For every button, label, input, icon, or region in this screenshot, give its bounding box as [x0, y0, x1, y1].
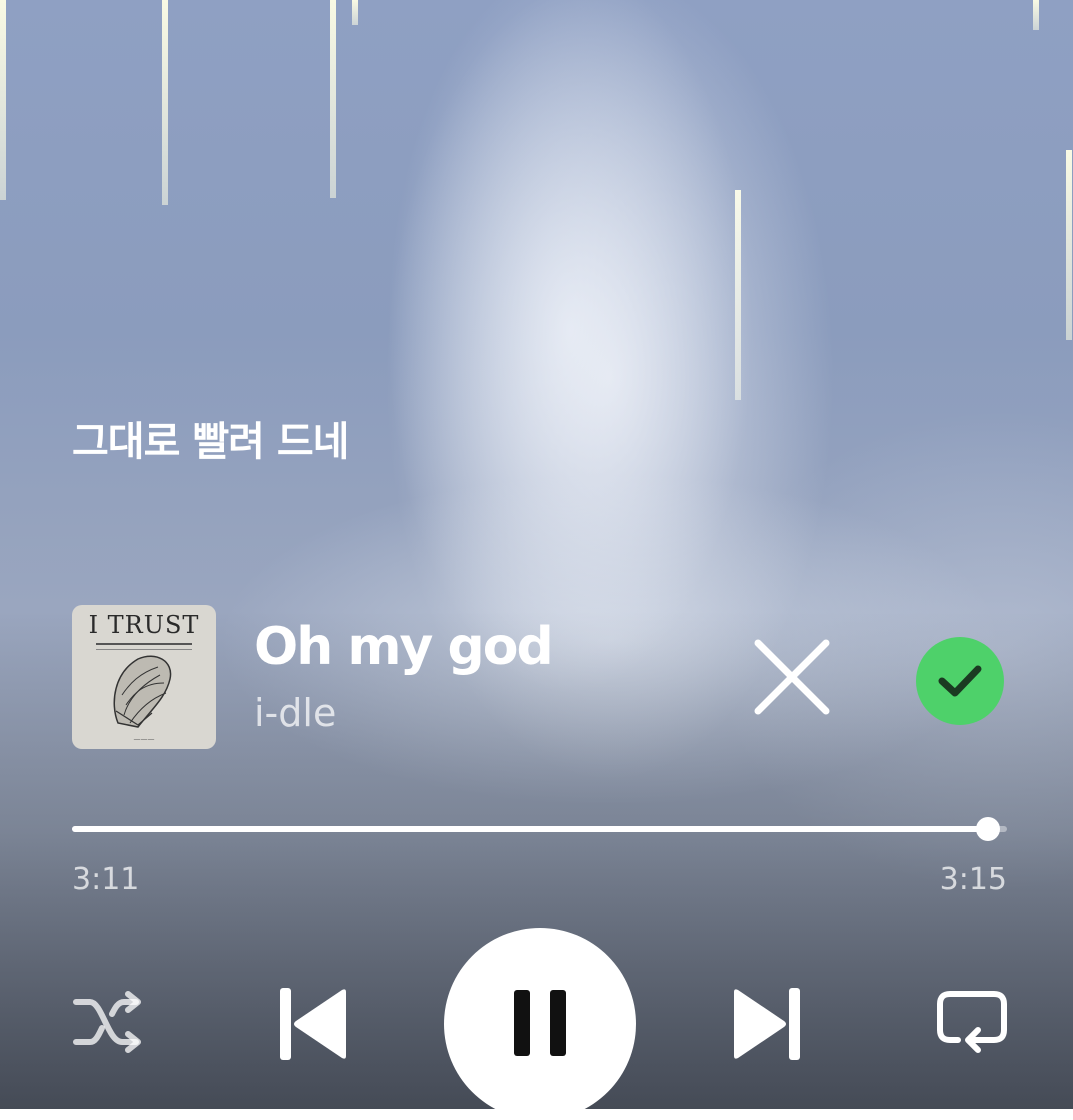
wing-illustration: [113, 655, 172, 728]
repeat-button[interactable]: [936, 990, 1010, 1056]
progress-fill: [72, 826, 989, 832]
total-duration: 3:15: [939, 862, 1007, 897]
previous-button[interactable]: [278, 986, 350, 1062]
check-icon: [938, 665, 982, 697]
shuffle-icon: [73, 991, 141, 1053]
repeat-icon: [937, 991, 1007, 1053]
lyric-line: 그대로 빨려 드네: [72, 419, 349, 465]
skip-next-icon: [734, 988, 800, 1060]
song-title: Oh my god: [254, 617, 554, 677]
pause-button[interactable]: [444, 928, 636, 1120]
accept-button[interactable]: [916, 637, 1004, 725]
album-art[interactable]: I TRUST ———: [72, 605, 216, 749]
close-icon: [754, 639, 830, 715]
progress-handle[interactable]: [976, 817, 1001, 841]
skip-previous-icon: [280, 988, 346, 1060]
shuffle-button[interactable]: [72, 990, 146, 1054]
pause-icon: [514, 990, 566, 1056]
next-button[interactable]: [730, 986, 802, 1062]
elapsed-time: 3:11: [72, 862, 140, 897]
reject-button[interactable]: [752, 637, 832, 717]
now-playing-track: I TRUST ——— Oh my god i-dle: [72, 605, 1007, 749]
progress-bar[interactable]: [72, 814, 1007, 844]
artist-name[interactable]: i-dle: [254, 689, 336, 737]
album-art-title: I TRUST: [88, 611, 200, 639]
